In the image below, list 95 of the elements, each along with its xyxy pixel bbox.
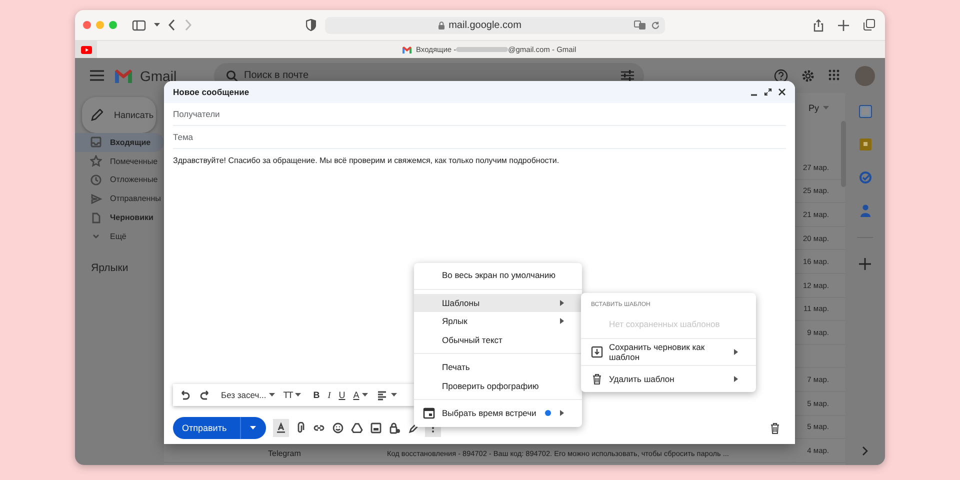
filter-icon[interactable] (621, 70, 634, 80)
sidebar-item[interactable]: Отправленны (75, 189, 164, 208)
menu-item-label: Сохранить черновик как шаблон (609, 342, 706, 362)
inbox-icon (90, 136, 102, 148)
clock-icon (90, 174, 102, 186)
close-icon[interactable] (778, 88, 786, 96)
undo-icon[interactable] (179, 389, 191, 401)
menu-item[interactable]: Выбрать время встречи (414, 404, 582, 422)
apps-grid-icon[interactable] (828, 68, 842, 82)
align-icon[interactable] (376, 389, 388, 401)
menu-item-label: Обычный текст (442, 334, 502, 345)
menu-item[interactable]: Печать (414, 358, 582, 376)
text-size-dropdown[interactable]: TT (283, 390, 302, 400)
check-circle-icon[interactable] (858, 171, 872, 184)
tabs-icon[interactable] (863, 19, 875, 31)
trash-icon (591, 373, 603, 386)
menu-item[interactable]: Проверить орфографию (414, 376, 582, 395)
pencil-icon (91, 109, 103, 121)
menu-item-label: Проверить орфографию (442, 380, 539, 391)
search-icon (226, 70, 238, 82)
menu-item-label: Печать (442, 362, 470, 372)
caret-icon (391, 393, 398, 397)
sidebar-item[interactable]: Отложенные (75, 170, 164, 190)
menu-item[interactable]: Шаблоны (414, 294, 582, 312)
underline-button[interactable]: U (338, 390, 346, 400)
message-body-text: Здравствуйте! Спасибо за обращение. Мы всё проверим и свяжемся, как только получим подробности. (173, 156, 560, 165)
close-window-button[interactable] (83, 21, 91, 29)
menu-item-label: Ярлык (442, 316, 468, 326)
reload-icon[interactable] (651, 20, 660, 30)
send-options-button[interactable] (240, 417, 266, 439)
text-format-button[interactable] (272, 419, 289, 437)
help-icon[interactable] (774, 68, 788, 82)
envelope-m-icon (402, 46, 412, 54)
language-selector[interactable]: Ру (808, 101, 829, 115)
menu-item[interactable]: Сохранить черновик как шаблон (581, 342, 756, 361)
compose-title: Новое сообщение (173, 87, 250, 97)
sidebar-item[interactable]: Помеченные (75, 152, 164, 171)
redacted-block (456, 47, 508, 52)
share-icon[interactable] (813, 18, 824, 32)
redo-icon[interactable] (199, 389, 211, 401)
smiley-icon (332, 422, 344, 434)
back-icon[interactable] (168, 19, 176, 31)
sidebar-icon[interactable] (132, 20, 146, 30)
lock-icon (438, 20, 445, 30)
caret-icon (823, 106, 829, 110)
send-button[interactable]: Отправить (173, 417, 241, 439)
triangle-icon (350, 422, 363, 434)
menu-item[interactable]: Ярлык (414, 312, 582, 330)
text-color-dropdown[interactable]: A (353, 390, 368, 400)
expand-icon[interactable] (764, 88, 772, 96)
document-icon (90, 212, 102, 224)
menu-item-label: Удалить шаблон (609, 374, 674, 384)
plus-icon[interactable] (859, 258, 871, 270)
menu-item-label: Шаблоны (442, 298, 480, 308)
empty-message: Нет сохраненных шаблонов (608, 318, 721, 332)
gmail-logo-text: Gmail (140, 68, 177, 84)
sidebar-item[interactable]: Черновики (75, 208, 164, 227)
chevron-down-icon (154, 23, 160, 27)
caret-icon (362, 393, 368, 397)
menu-item[interactable]: Обычный текст (414, 330, 582, 349)
caret-icon (295, 393, 302, 397)
shield-icon[interactable] (306, 19, 316, 31)
lock-clock-icon (388, 422, 401, 434)
send-icon (90, 192, 102, 205)
tab[interactable] (75, 41, 97, 58)
address-bar[interactable]: mail.google.com (325, 16, 665, 34)
sender-name: Telegram (268, 448, 302, 458)
bold-button[interactable]: B (313, 390, 320, 400)
settings-icon[interactable] (801, 68, 815, 82)
menu-icon[interactable] (90, 70, 104, 81)
sidebar-item[interactable]: Ещё (75, 226, 164, 246)
save-template-icon (591, 346, 603, 358)
menu-item-label: Во весь экран по умолчанию (442, 270, 556, 280)
envelope-m-icon (114, 68, 133, 82)
caret-icon (250, 426, 256, 430)
plus-icon[interactable] (838, 20, 849, 30)
calendar-icon (423, 407, 435, 420)
menu-item[interactable]: Во весь экран по умолчанию (414, 266, 582, 284)
chevron-right-icon[interactable] (862, 446, 868, 456)
italic-button[interactable]: I (328, 390, 331, 400)
trash-icon[interactable] (770, 422, 780, 434)
compose-button[interactable]: Написать (82, 97, 156, 133)
star-icon (90, 155, 102, 168)
translate-icon[interactable] (634, 20, 646, 30)
text-format-icon (274, 422, 287, 434)
image-icon (370, 422, 382, 434)
align-dropdown[interactable] (376, 389, 398, 401)
url-text: mail.google.com (448, 20, 522, 30)
video-play-icon (80, 46, 92, 54)
font-dropdown[interactable]: Без засеч... (221, 390, 276, 400)
menu-item-label: Выбрать время встречи (442, 408, 536, 418)
labels-heading: Ярлыки (91, 262, 130, 274)
menu-item[interactable]: Удалить шаблон (581, 370, 756, 388)
sidebar-item[interactable]: Входящие (75, 133, 164, 152)
caret-icon (269, 393, 276, 397)
